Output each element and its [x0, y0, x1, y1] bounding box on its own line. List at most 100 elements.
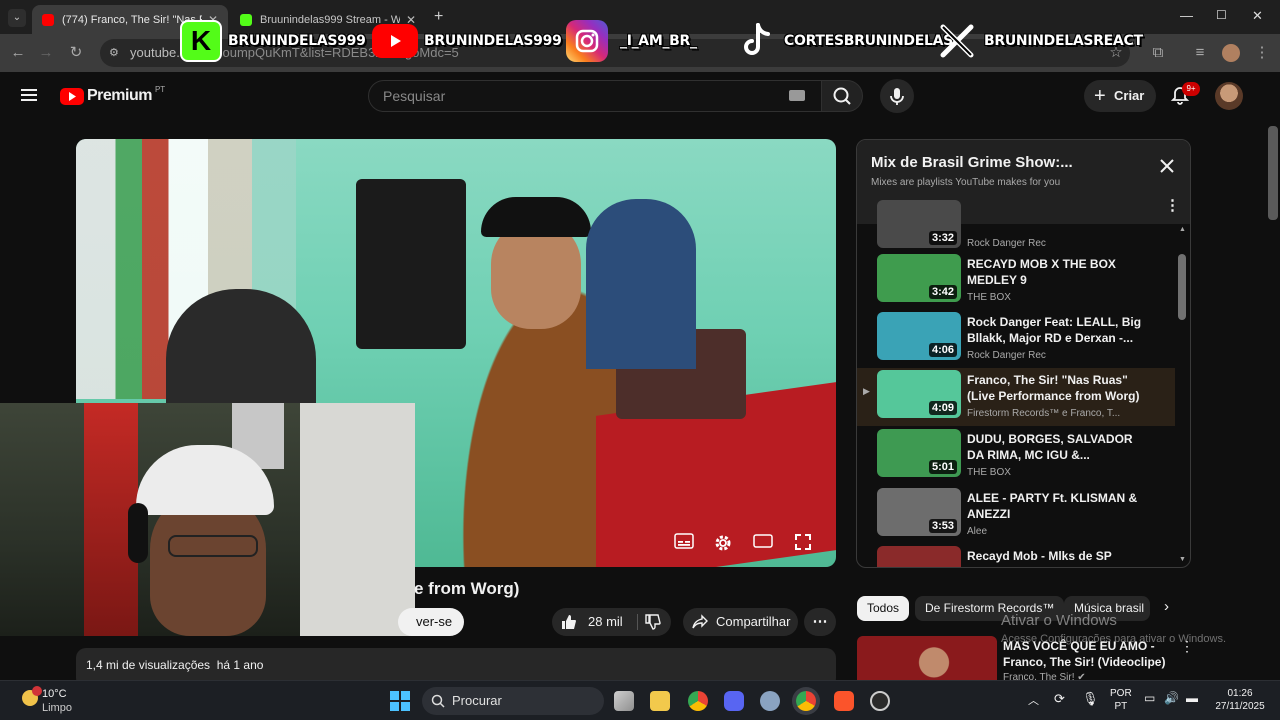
tab-search-icon[interactable]: ≡: [1190, 43, 1210, 63]
playlist-item-duration: 5:01: [928, 460, 957, 474]
webcam-glasses: [168, 535, 258, 557]
x-handle: BRUNINDELASREACT: [984, 33, 1143, 49]
create-label: Criar: [1114, 88, 1145, 103]
playlist-item-title: RECAYD MOB X THE BOX MEDLEY 9: [967, 257, 1116, 287]
playlist-item-channel: Alee: [967, 526, 988, 537]
profile-avatar[interactable]: [1222, 44, 1240, 62]
tray-microphone-icon[interactable]: 🎙: [1082, 691, 1099, 707]
social-x: BRUNINDELASREACT: [936, 16, 1143, 66]
recommendation-thumbnail[interactable]: [857, 636, 997, 680]
start-button[interactable]: [390, 691, 410, 711]
create-button[interactable]: + Criar: [1084, 80, 1156, 112]
share-label: Compartilhar: [716, 614, 791, 629]
tiktok-handle: CORTESBRUNINDELAS: [784, 33, 953, 49]
scroll-up-arrow-icon[interactable]: ▲: [1179, 226, 1186, 233]
youtube-handle: BRUNINDELAS999: [424, 33, 562, 49]
network-icon[interactable]: ▭: [1144, 691, 1155, 705]
microphone-icon: [890, 88, 904, 105]
discord-icon[interactable]: [724, 691, 744, 711]
instagram-icon: [566, 20, 608, 62]
tab-search-button[interactable]: ⌄: [8, 9, 26, 27]
share-button[interactable]: Compartilhar: [683, 608, 798, 636]
chip-all[interactable]: Todos: [857, 596, 910, 621]
subtitles-button[interactable]: [672, 533, 696, 557]
kick-icon: K: [180, 20, 222, 62]
battery-icon[interactable]: ▬: [1186, 691, 1198, 705]
playlist-item-current[interactable]: ▶ 4:09 Franco, The Sir! "Nas Ruas" (Live P…: [857, 368, 1175, 426]
maximize-button[interactable]: ☐: [1216, 8, 1227, 22]
playlist-item-channel: Firestorm Records™ e Franco, T...: [967, 408, 1121, 419]
scroll-thumb[interactable]: [1178, 254, 1186, 320]
chrome-icon[interactable]: [688, 691, 708, 711]
search-icon: [431, 694, 445, 708]
weather-widget[interactable]: 10°C Limpo: [20, 686, 110, 716]
playlist-scrollbar[interactable]: ▲ ▼: [1177, 226, 1187, 566]
search-input[interactable]: Pesquisar: [368, 80, 822, 112]
video-frame-person-bg: [586, 199, 696, 369]
dislike-button[interactable]: [638, 608, 671, 636]
close-playlist-button[interactable]: [1159, 158, 1175, 179]
file-explorer-icon[interactable]: [650, 691, 670, 711]
playlist-item[interactable]: Recayd Mob - Mlks de SP (feat. Derek, Df…: [857, 544, 1175, 567]
like-count: 28 mil: [588, 614, 623, 629]
social-youtube: BRUNINDELAS999: [372, 16, 562, 66]
subscribe-button[interactable]: ver-se: [398, 608, 464, 636]
reload-icon[interactable]: ↻: [66, 43, 86, 63]
page-scrollbar[interactable]: [1268, 126, 1278, 220]
minimize-button[interactable]: —: [1180, 8, 1193, 23]
x-icon: [936, 20, 978, 62]
clock[interactable]: 01:26 27/11/2025: [1210, 687, 1270, 713]
kick-handle: BRUNINDELAS999: [228, 33, 366, 49]
playlist-item-duration: 3:42: [928, 285, 957, 299]
playlist-item[interactable]: 4:06 Rock Danger Feat: LEALL, Big Bllakk,…: [857, 310, 1175, 368]
theater-mode-button[interactable]: [751, 533, 775, 557]
scroll-down-arrow-icon[interactable]: ▼: [1179, 556, 1186, 563]
fullscreen-button[interactable]: [791, 533, 815, 557]
extensions-icon[interactable]: ⧉: [1148, 43, 1168, 63]
obs-icon[interactable]: [870, 691, 890, 711]
recommendation-title-line2[interactable]: Franco, The Sir! (Videoclipe): [1003, 655, 1165, 669]
back-arrow-icon[interactable]: ←: [8, 43, 28, 63]
playlist-panel: Mix de Brasil Grime Show:... Mixes are p…: [856, 139, 1191, 568]
search-placeholder: Pesquisar: [383, 88, 446, 104]
playlist-item-title: DUDU, BORGES, SALVADOR DA RIMA, MC IGU &…: [967, 432, 1133, 462]
brave-icon[interactable]: [834, 691, 854, 711]
instagram-handle: _I_AM_BR_: [620, 33, 697, 49]
video-frame-speaker: [356, 179, 466, 349]
chips-next-arrow-icon[interactable]: ›: [1164, 598, 1169, 615]
playlist-title[interactable]: Mix de Brasil Grime Show:...: [871, 154, 1073, 171]
settings-gear-icon[interactable]: [760, 691, 780, 711]
keyboard-icon[interactable]: [789, 90, 805, 101]
guide-menu-icon[interactable]: [20, 86, 40, 106]
language-indicator[interactable]: POR PT: [1110, 687, 1132, 713]
playlist-item[interactable]: 5:01 DUDU, BORGES, SALVADOR DA RIMA, MC I…: [857, 427, 1175, 485]
social-banner-overlay: K BRUNINDELAS999 BRUNINDELAS999 _I_AM_BR…: [176, 16, 1143, 66]
youtube-logo[interactable]: Premium PT: [60, 85, 165, 105]
voice-search-button[interactable]: [880, 79, 914, 113]
close-window-button[interactable]: ✕: [1252, 8, 1263, 24]
playlist-item[interactable]: 3:42 RECAYD MOB X THE BOX MEDLEY 9 THE BOX: [857, 252, 1175, 310]
playlist-item-title: Rock Danger Feat: LEALL, Big Bllakk, Maj…: [967, 315, 1142, 345]
like-button[interactable]: 28 mil: [552, 608, 628, 636]
tray-sync-icon[interactable]: ⟳: [1054, 691, 1065, 707]
search-button[interactable]: [821, 80, 863, 112]
volume-icon[interactable]: 🔊: [1164, 691, 1179, 705]
task-view-icon[interactable]: [614, 691, 634, 711]
notification-count-badge: 9+: [1182, 82, 1200, 96]
playlist-item[interactable]: 3:32 Rock Danger Rec: [857, 198, 1175, 256]
windows-logo-icon: [390, 691, 410, 711]
windows-activation-subtitle: Acesse Configurações para ativar o Windo…: [1001, 633, 1226, 645]
more-menu-icon[interactable]: ⋮: [1252, 43, 1272, 63]
taskbar-search[interactable]: Procurar: [422, 687, 604, 715]
tray-overflow-icon[interactable]: ︿: [1028, 692, 1039, 708]
more-actions-button[interactable]: ⋯: [804, 608, 836, 636]
chrome-active-icon[interactable]: [796, 691, 816, 711]
playlist-item[interactable]: 3:53 ALEE - PARTY Ft. KLISMAN & ANEZZI Ale…: [857, 486, 1175, 544]
windows-activation-title: Ativar o Windows: [1001, 612, 1117, 629]
settings-button[interactable]: [711, 533, 735, 557]
share-icon: [692, 614, 708, 629]
site-info-icon[interactable]: ⚙: [109, 39, 119, 67]
account-avatar[interactable]: [1215, 82, 1243, 110]
forward-arrow-icon[interactable]: →: [36, 43, 56, 63]
now-playing-indicator-icon: ▶: [863, 386, 870, 396]
